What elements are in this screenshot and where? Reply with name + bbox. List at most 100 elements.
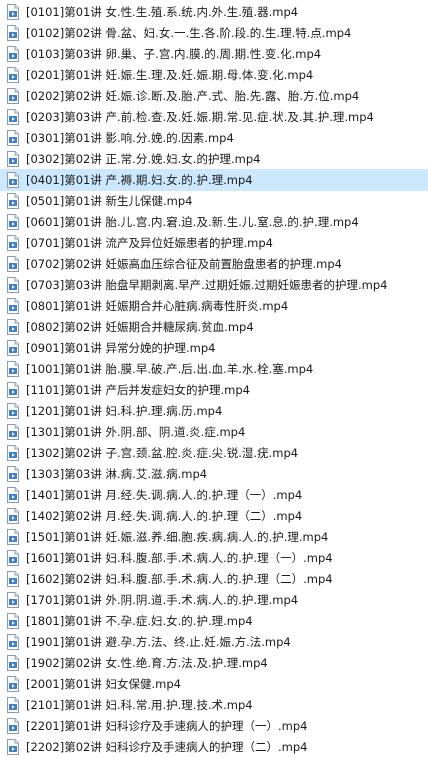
video-file-icon [7, 718, 19, 734]
file-row[interactable]: [0203]第03讲 产.前.检.查.及.妊.娠.期.常.见.症.状.及.其.护… [0, 106, 428, 128]
file-name: [1701]第01讲 外.阴.阴.道.手.术.病.人.的.护.理.mp4 [26, 593, 299, 607]
file-name: [2101]第01讲 妇.科.常.用.护.理.技.术.mp4 [26, 698, 253, 712]
video-file-icon [7, 613, 19, 629]
file-name: [0401]第01讲 产.褥.期.妇.女.的.护.理.mp4 [26, 173, 253, 187]
video-file-icon [7, 340, 19, 356]
file-row[interactable]: [1201]第01讲 妇.科.护.理.病.历.mp4 [0, 400, 428, 422]
file-name: [0203]第03讲 产.前.检.查.及.妊.娠.期.常.见.症.状.及.其.护… [26, 110, 374, 124]
file-row[interactable]: [0103]第03讲 卵.巢、子.宫.内.膜.的.周.期.性.变.化.mp4 [0, 43, 428, 65]
file-name: [0101]第01讲 女.性.生.殖.系.统.内.外.生.殖.器.mp4 [26, 5, 299, 19]
file-row[interactable]: [0901]第01讲 异常分娩的护理.mp4 [0, 337, 428, 359]
video-file-icon [7, 130, 19, 146]
video-file-icon [7, 256, 19, 272]
file-row[interactable]: [0701]第01讲 流产及异位妊娠患者的护理.mp4 [0, 232, 428, 254]
video-file-icon [7, 634, 19, 650]
file-row[interactable]: [2202]第02讲 妇科诊疗及手速病人的护理（二）.mp4 [0, 736, 428, 758]
video-file-icon [7, 235, 19, 251]
file-name: [0801]第01讲 妊娠期合并心脏病.病毒性肝炎.mp4 [26, 299, 289, 313]
video-file-icon [7, 67, 19, 83]
file-name: [1302]第02讲 子.宫.颈.盆.腔.炎.症.尖.锐.湿.疣.mp4 [26, 446, 299, 460]
file-row[interactable]: [1902]第02讲 女.性.绝.育.方.法.及.护.理.mp4 [0, 652, 428, 674]
file-row[interactable]: [0703]第03讲 胎盘早期剥离.早产.过期妊娠.过期妊娠患者的护理.mp4 [0, 274, 428, 296]
file-list: [0101]第01讲 女.性.生.殖.系.统.内.外.生.殖.器.mp4 [010… [0, 0, 428, 758]
video-file-icon [7, 424, 19, 440]
video-file-icon [7, 25, 19, 41]
file-name: [0703]第03讲 胎盘早期剥离.早产.过期妊娠.过期妊娠患者的护理.mp4 [26, 278, 388, 292]
video-file-icon [7, 46, 19, 62]
file-name: [2201]第01讲 妇科诊疗及手速病人的护理（一）.mp4 [26, 719, 308, 733]
video-file-icon [7, 676, 19, 692]
file-row[interactable]: [1901]第01讲 避.孕.方.法、终.止.妊.娠.方.法.mp4 [0, 631, 428, 653]
video-file-icon [7, 298, 19, 314]
file-name: [0802]第02讲 妊娠期合并糖尿病.贫血.mp4 [26, 320, 254, 334]
video-file-icon [7, 319, 19, 335]
file-name: [0301]第01讲 影.响.分.娩.的.因素.mp4 [26, 131, 234, 145]
video-file-icon [7, 151, 19, 167]
file-name: [1902]第02讲 女.性.绝.育.方.法.及.护.理.mp4 [26, 656, 268, 670]
video-file-icon [7, 739, 19, 755]
file-name: [0701]第01讲 流产及异位妊娠患者的护理.mp4 [26, 236, 274, 250]
file-row[interactable]: [1801]第01讲 不.孕.症.妇.女.的.护.理.mp4 [0, 610, 428, 632]
file-row[interactable]: [2001]第01讲 妇女保健.mp4 [0, 673, 428, 695]
video-file-icon [7, 109, 19, 125]
file-row[interactable]: [0101]第01讲 女.性.生.殖.系.统.内.外.生.殖.器.mp4 [0, 1, 428, 23]
file-name: [1801]第01讲 不.孕.症.妇.女.的.护.理.mp4 [26, 614, 253, 628]
file-name: [1303]第03讲 淋.病.艾.滋.病.mp4 [26, 467, 208, 481]
video-file-icon [7, 214, 19, 230]
file-name: [0601]第01讲 胎.儿.宫.内.窘.迫.及.新.生.儿.窒.息.的.护.理… [26, 215, 359, 229]
file-row[interactable]: [1302]第02讲 子.宫.颈.盆.腔.炎.症.尖.锐.湿.疣.mp4 [0, 442, 428, 464]
file-row[interactable]: [0802]第02讲 妊娠期合并糖尿病.贫血.mp4 [0, 316, 428, 338]
file-name: [1501]第01讲 妊.娠.滋.养.细.胞.疾.病.病.人.的.护.理.mp4 [26, 530, 329, 544]
file-row[interactable]: [1301]第01讲 外.阴.部、阴.道.炎.症.mp4 [0, 421, 428, 443]
file-name: [1301]第01讲 外.阴.部、阴.道.炎.症.mp4 [26, 425, 246, 439]
file-row[interactable]: [1303]第03讲 淋.病.艾.滋.病.mp4 [0, 463, 428, 485]
video-file-icon [7, 445, 19, 461]
video-file-icon [7, 172, 19, 188]
video-file-icon [7, 382, 19, 398]
file-name: [2202]第02讲 妇科诊疗及手速病人的护理（二）.mp4 [26, 740, 308, 754]
file-row[interactable]: [0401]第01讲 产.褥.期.妇.女.的.护.理.mp4 [0, 169, 428, 191]
video-file-icon [7, 592, 19, 608]
file-name: [0201]第01讲 妊.娠.生.理.及.妊.娠.期.母.体.变.化.mp4 [26, 68, 314, 82]
file-row[interactable]: [2201]第01讲 妇科诊疗及手速病人的护理（一）.mp4 [0, 715, 428, 737]
file-row[interactable]: [0501]第01讲 新生儿保健.mp4 [0, 190, 428, 212]
file-row[interactable]: [1401]第01讲 月.经.失.调.病.人.的.护.理（一）.mp4 [0, 484, 428, 506]
file-row[interactable]: [0302]第02讲 正.常.分.娩.妇.女.的护理.mp4 [0, 148, 428, 170]
video-file-icon [7, 88, 19, 104]
file-row[interactable]: [1101]第01讲 产后并发症妇女的护理.mp4 [0, 379, 428, 401]
file-name: [0501]第01讲 新生儿保健.mp4 [26, 194, 193, 208]
file-row[interactable]: [2101]第01讲 妇.科.常.用.护.理.技.术.mp4 [0, 694, 428, 716]
video-file-icon [7, 4, 19, 20]
file-row[interactable]: [1601]第01讲 妇.科.腹.部.手.术.病.人.的.护.理（一）.mp4 [0, 547, 428, 569]
file-row[interactable]: [1701]第01讲 外.阴.阴.道.手.术.病.人.的.护.理.mp4 [0, 589, 428, 611]
file-name: [0901]第01讲 异常分娩的护理.mp4 [26, 341, 216, 355]
file-row[interactable]: [0801]第01讲 妊娠期合并心脏病.病毒性肝炎.mp4 [0, 295, 428, 317]
video-file-icon [7, 403, 19, 419]
file-row[interactable]: [0201]第01讲 妊.娠.生.理.及.妊.娠.期.母.体.变.化.mp4 [0, 64, 428, 86]
video-file-icon [7, 508, 19, 524]
video-file-icon [7, 193, 19, 209]
video-file-icon [7, 571, 19, 587]
video-file-icon [7, 655, 19, 671]
file-name: [1101]第01讲 产后并发症妇女的护理.mp4 [26, 383, 251, 397]
file-name: [0202]第02讲 妊.娠.诊.断.及.胎.产.式、胎.先.露、胎.方.位.m… [26, 89, 360, 103]
file-row[interactable]: [0601]第01讲 胎.儿.宫.内.窘.迫.及.新.生.儿.窒.息.的.护.理… [0, 211, 428, 233]
file-name: [0103]第03讲 卵.巢、子.宫.内.膜.的.周.期.性.变.化.mp4 [26, 47, 322, 61]
file-name: [1601]第01讲 妇.科.腹.部.手.术.病.人.的.护.理（一）.mp4 [26, 551, 333, 565]
video-file-icon [7, 529, 19, 545]
file-row[interactable]: [1501]第01讲 妊.娠.滋.养.细.胞.疾.病.病.人.的.护.理.mp4 [0, 526, 428, 548]
file-row[interactable]: [0301]第01讲 影.响.分.娩.的.因素.mp4 [0, 127, 428, 149]
video-file-icon [7, 466, 19, 482]
file-name: [0302]第02讲 正.常.分.娩.妇.女.的护理.mp4 [26, 152, 261, 166]
file-row[interactable]: [1402]第02讲 月.经.失.调.病.人.的.护.理（二）.mp4 [0, 505, 428, 527]
video-file-icon [7, 361, 19, 377]
file-row[interactable]: [1602]第02讲 妇.科.腹.部.手.术.病.人.的.护.理（二）.mp4 [0, 568, 428, 590]
file-row[interactable]: [0202]第02讲 妊.娠.诊.断.及.胎.产.式、胎.先.露、胎.方.位.m… [0, 85, 428, 107]
file-name: [1401]第01讲 月.经.失.调.病.人.的.护.理（一）.mp4 [26, 488, 303, 502]
video-file-icon [7, 487, 19, 503]
file-row[interactable]: [0702]第02讲 妊娠高血压综合征及前置胎盘患者的护理.mp4 [0, 253, 428, 275]
file-name: [1402]第02讲 月.经.失.调.病.人.的.护.理（二）.mp4 [26, 509, 303, 523]
file-row[interactable]: [1001]第01讲 胎.膜.早.破.产.后.出.血.羊.水.栓.塞.mp4 [0, 358, 428, 380]
file-row[interactable]: [0102]第02讲 骨.盆、妇.女.一.生.各.阶.段.的.生.理.特.点.m… [0, 22, 428, 44]
file-name: [1201]第01讲 妇.科.护.理.病.历.mp4 [26, 404, 223, 418]
